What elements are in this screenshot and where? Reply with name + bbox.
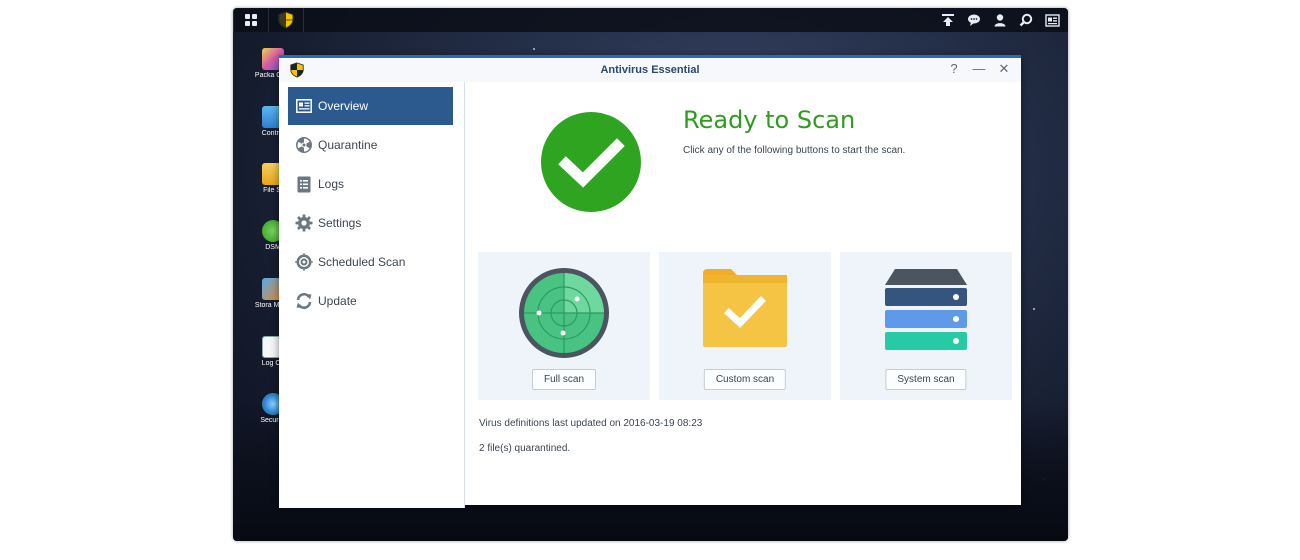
status-check-icon bbox=[541, 112, 641, 212]
sidebar-item-overview[interactable]: Overview bbox=[288, 87, 453, 125]
sidebar-item-label: Overview bbox=[318, 99, 369, 113]
sidebar-item-label: Logs bbox=[318, 177, 345, 191]
sidebar-item-settings[interactable]: Settings bbox=[288, 204, 453, 242]
sidebar-item-logs[interactable]: Logs bbox=[288, 165, 453, 203]
system-scan-card[interactable]: System scan bbox=[840, 252, 1012, 400]
antivirus-app-icon[interactable] bbox=[269, 8, 303, 32]
custom-scan-button[interactable]: Custom scan bbox=[703, 369, 787, 390]
help-button[interactable]: ? bbox=[947, 61, 961, 77]
radar-icon bbox=[519, 268, 609, 358]
window-titlebar[interactable]: Antivirus Essential ? — ✕ bbox=[279, 58, 1021, 82]
window-title: Antivirus Essential bbox=[600, 64, 700, 76]
sidebar-item-quarantine[interactable]: Quarantine bbox=[288, 126, 453, 164]
taskbar bbox=[233, 8, 1068, 32]
sidebar-item-scheduled-scan[interactable]: Scheduled Scan bbox=[288, 243, 453, 281]
logs-icon bbox=[295, 175, 313, 193]
sidebar: Overview Quarantine Logs Settings Schedu… bbox=[279, 82, 465, 508]
antivirus-window: Antivirus Essential ? — ✕ Overview Quara… bbox=[279, 55, 1021, 508]
chat-icon[interactable] bbox=[964, 8, 984, 32]
full-scan-button[interactable]: Full scan bbox=[531, 369, 597, 390]
target-icon bbox=[295, 253, 313, 271]
overview-panel: Ready to Scan Click any of the following… bbox=[466, 82, 1021, 508]
sidebar-item-update[interactable]: Update bbox=[288, 282, 453, 320]
server-stack-icon bbox=[885, 269, 967, 350]
minimize-button[interactable]: — bbox=[972, 61, 986, 77]
full-scan-card[interactable]: Full scan bbox=[478, 252, 650, 400]
close-button[interactable]: ✕ bbox=[997, 61, 1011, 77]
sidebar-item-label: Settings bbox=[318, 216, 362, 230]
overview-icon bbox=[295, 97, 313, 115]
ready-subtitle: Click any of the following buttons to st… bbox=[683, 145, 906, 156]
refresh-icon bbox=[295, 292, 313, 310]
sidebar-item-label: Update bbox=[318, 294, 357, 308]
user-icon[interactable] bbox=[990, 8, 1010, 32]
main-menu-icon[interactable] bbox=[234, 8, 268, 32]
search-icon[interactable] bbox=[1016, 8, 1036, 32]
ready-title: Ready to Scan bbox=[683, 106, 856, 134]
sidebar-item-label: Quarantine bbox=[318, 138, 378, 152]
custom-scan-card[interactable]: Custom scan bbox=[659, 252, 831, 400]
upload-icon[interactable] bbox=[938, 8, 958, 32]
widgets-icon[interactable] bbox=[1042, 8, 1062, 32]
folder-check-icon bbox=[703, 269, 787, 347]
system-scan-button[interactable]: System scan bbox=[885, 369, 967, 390]
gear-icon bbox=[295, 214, 313, 232]
sidebar-item-label: Scheduled Scan bbox=[318, 255, 406, 269]
radiation-icon bbox=[295, 136, 313, 154]
quarantine-status: 2 file(s) quarantined. bbox=[479, 443, 571, 454]
definitions-status: Virus definitions last updated on 2016-0… bbox=[479, 418, 703, 429]
